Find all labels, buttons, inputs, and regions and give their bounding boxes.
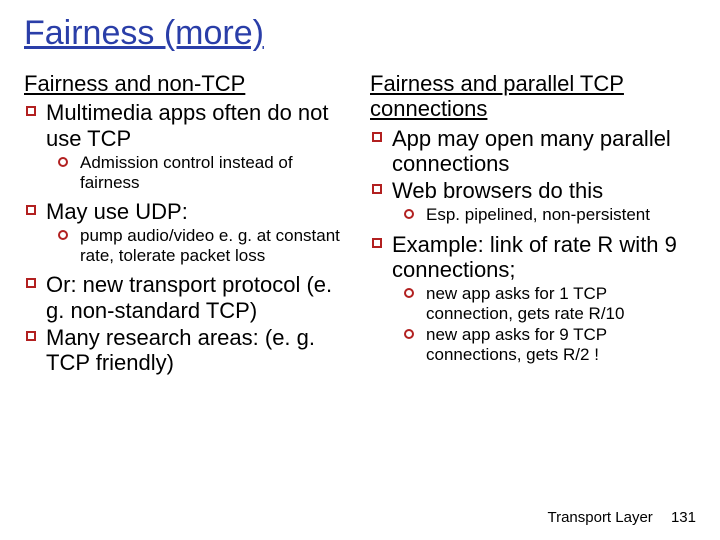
columns: Fairness and non-TCP Multimedia apps oft… [24, 71, 696, 378]
left-list: Multimedia apps often do not use TCP Adm… [24, 100, 350, 375]
slide-title: Fairness (more) [24, 14, 696, 53]
list-item: App may open many parallel connections [370, 126, 696, 177]
bullet-text: Multimedia apps often do not use TCP [46, 100, 329, 150]
left-sublist-1: Admission control instead of fairness [46, 153, 350, 193]
list-item: Multimedia apps often do not use TCP Adm… [24, 100, 350, 193]
left-column: Fairness and non-TCP Multimedia apps oft… [24, 71, 350, 378]
right-sublist-1: Esp. pipelined, non-persistent [392, 205, 696, 225]
list-item: Esp. pipelined, non-persistent [404, 205, 696, 225]
right-sublist-2: new app asks for 1 TCP connection, gets … [392, 284, 696, 365]
bullet-text: Example: link of rate R with 9 connectio… [392, 232, 677, 282]
page-number: 131 [671, 509, 696, 526]
list-item: new app asks for 1 TCP connection, gets … [404, 284, 696, 324]
bullet-text: May use UDP: [46, 199, 188, 224]
list-item: new app asks for 9 TCP connections, gets… [404, 325, 696, 365]
right-column: Fairness and parallel TCP connections Ap… [370, 71, 696, 378]
list-item: Or: new transport protocol (e. g. non-st… [24, 272, 350, 323]
right-heading: Fairness and parallel TCP connections [370, 71, 696, 122]
slide: Fairness (more) Fairness and non-TCP Mul… [0, 0, 720, 540]
bullet-text: Web browsers do this [392, 178, 603, 203]
list-item: Many research areas: (e. g. TCP friendly… [24, 325, 350, 376]
list-item: pump audio/video e. g. at constant rate,… [58, 226, 350, 266]
left-heading: Fairness and non-TCP [24, 71, 350, 96]
footer-label: Transport Layer [547, 509, 652, 526]
list-item: May use UDP: pump audio/video e. g. at c… [24, 199, 350, 266]
list-item: Admission control instead of fairness [58, 153, 350, 193]
right-list: App may open many parallel connections W… [370, 126, 696, 366]
footer: Transport Layer 131 [547, 509, 696, 526]
list-item: Web browsers do this Esp. pipelined, non… [370, 178, 696, 225]
list-item: Example: link of rate R with 9 connectio… [370, 232, 696, 366]
left-sublist-2: pump audio/video e. g. at constant rate,… [46, 226, 350, 266]
